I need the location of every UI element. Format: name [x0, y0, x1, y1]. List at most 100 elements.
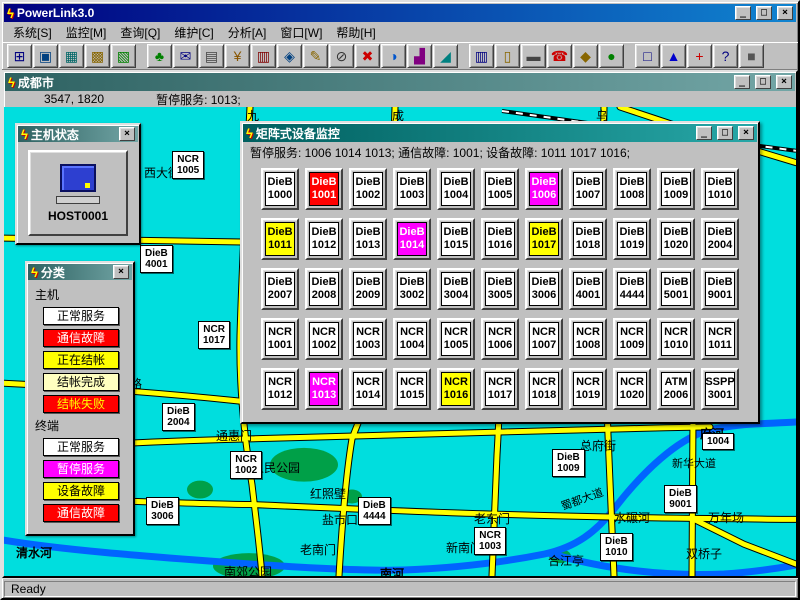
menu-item-4[interactable]: 维护[C]: [167, 22, 220, 43]
device-button-dieb-1020[interactable]: DieB1020: [657, 218, 695, 260]
city-restore-button[interactable]: □: [755, 75, 771, 89]
city-minimize-button[interactable]: _: [734, 75, 750, 89]
device-button-dieb-1010[interactable]: DieB1010: [701, 168, 739, 210]
device-button-dieb-1000[interactable]: DieB1000: [261, 168, 299, 210]
menu-item-1[interactable]: 系统[S]: [6, 22, 59, 43]
map-device-ncr-1017[interactable]: NCR1017: [198, 321, 230, 349]
map-device-ncr-1003[interactable]: NCR1003: [474, 527, 506, 555]
device-button-dieb-1003[interactable]: DieB1003: [393, 168, 431, 210]
matrix-minimize-button[interactable]: _: [696, 126, 712, 140]
device-button-ncr-1013[interactable]: NCR1013: [305, 368, 343, 410]
save-icon[interactable]: ▬: [521, 44, 546, 68]
device-button-dieb-1011[interactable]: DieB1011: [261, 218, 299, 260]
windows-icon[interactable]: ⊞: [7, 44, 32, 68]
device-button-ncr-1008[interactable]: NCR1008: [569, 318, 607, 360]
device-button-dieb-1006[interactable]: DieB1006: [525, 168, 563, 210]
map-device-ncr-1005[interactable]: NCR1005: [172, 151, 204, 179]
device-button-dieb-5001[interactable]: DieB5001: [657, 268, 695, 310]
exit-icon[interactable]: ■: [739, 44, 764, 68]
device-button-dieb-1014[interactable]: DieB1014: [393, 218, 431, 260]
device-button-dieb-1015[interactable]: DieB1015: [437, 218, 475, 260]
disable-icon[interactable]: ⊘: [329, 44, 354, 68]
device-button-dieb-2004[interactable]: DieB2004: [701, 218, 739, 260]
menu-item-6[interactable]: 窗口[W]: [273, 22, 329, 43]
delete-icon[interactable]: ✖: [355, 44, 380, 68]
device-button-ncr-1009[interactable]: NCR1009: [613, 318, 651, 360]
device-button-dieb-1017[interactable]: DieB1017: [525, 218, 563, 260]
device-button-dieb-3004[interactable]: DieB3004: [437, 268, 475, 310]
device-button-sspp-3001[interactable]: SSPP3001: [701, 368, 739, 410]
pie-chart-icon[interactable]: ◑: [381, 44, 406, 68]
device-button-dieb-1002[interactable]: DieB1002: [349, 168, 387, 210]
city-close-button[interactable]: ×: [776, 75, 792, 89]
cascade-icon[interactable]: ▣: [33, 44, 58, 68]
host-close-button[interactable]: ×: [119, 127, 135, 141]
device-button-ncr-1006[interactable]: NCR1006: [481, 318, 519, 360]
status-icon[interactable]: ●: [599, 44, 624, 68]
close-button[interactable]: ×: [777, 6, 793, 20]
printer-icon[interactable]: ▤: [199, 44, 224, 68]
monitor-icon[interactable]: ▦: [59, 44, 84, 68]
diamond-icon[interactable]: ◆: [573, 44, 598, 68]
device-button-dieb-1012[interactable]: DieB1012: [305, 218, 343, 260]
device-button-atm-2006[interactable]: ATM2006: [657, 368, 695, 410]
matrix-maximize-button[interactable]: □: [717, 126, 733, 140]
device-button-ncr-1001[interactable]: NCR1001: [261, 318, 299, 360]
device-button-dieb-2009[interactable]: DieB2009: [349, 268, 387, 310]
device-button-ncr-1010[interactable]: NCR1010: [657, 318, 695, 360]
device-button-ncr-1007[interactable]: NCR1007: [525, 318, 563, 360]
plus-icon[interactable]: +: [687, 44, 712, 68]
mail-icon[interactable]: ✉: [173, 44, 198, 68]
clover-icon[interactable]: ♣: [147, 44, 172, 68]
menu-item-2[interactable]: 监控[M]: [59, 22, 114, 43]
device-button-dieb-1018[interactable]: DieB1018: [569, 218, 607, 260]
device-button-dieb-1016[interactable]: DieB1016: [481, 218, 519, 260]
phone-icon[interactable]: ☎: [547, 44, 572, 68]
chart-up-icon[interactable]: ▲: [661, 44, 686, 68]
cash-icon[interactable]: ¥: [225, 44, 250, 68]
device-button-dieb-1004[interactable]: DieB1004: [437, 168, 475, 210]
matrix-view-icon[interactable]: ▩: [85, 44, 110, 68]
device-button-ncr-1012[interactable]: NCR1012: [261, 368, 299, 410]
device-button-dieb-1001[interactable]: DieB1001: [305, 168, 343, 210]
device-button-dieb-4001[interactable]: DieB4001: [569, 268, 607, 310]
map-device-dieb-4001[interactable]: DieB4001: [140, 245, 173, 273]
trend-chart-icon[interactable]: ◢: [433, 44, 458, 68]
device-button-ncr-1015[interactable]: NCR1015: [393, 368, 431, 410]
device-button-ncr-1018[interactable]: NCR1018: [525, 368, 563, 410]
device-button-dieb-3002[interactable]: DieB3002: [393, 268, 431, 310]
device-button-dieb-1019[interactable]: DieB1019: [613, 218, 651, 260]
device-button-dieb-2008[interactable]: DieB2008: [305, 268, 343, 310]
device-button-ncr-1002[interactable]: NCR1002: [305, 318, 343, 360]
device-button-ncr-1003[interactable]: NCR1003: [349, 318, 387, 360]
map-device-dieb-3006[interactable]: DieB3006: [146, 497, 179, 525]
legend-close-button[interactable]: ×: [113, 265, 129, 279]
device-button-ncr-1014[interactable]: NCR1014: [349, 368, 387, 410]
minimize-button[interactable]: _: [735, 6, 751, 20]
network-icon[interactable]: ◈: [277, 44, 302, 68]
map-device-dieb-1010[interactable]: DieB1010: [600, 533, 633, 561]
device-button-dieb-1007[interactable]: DieB1007: [569, 168, 607, 210]
map-device-ncr-1002[interactable]: NCR1002: [230, 451, 262, 479]
clipboard-icon[interactable]: ▯: [495, 44, 520, 68]
matrix-close-button[interactable]: ×: [738, 126, 754, 140]
map-device-1004[interactable]: 1004: [702, 433, 734, 450]
bank-icon[interactable]: ▥: [251, 44, 276, 68]
edit-icon[interactable]: ✎: [303, 44, 328, 68]
host-button[interactable]: HOST0001: [28, 150, 128, 236]
device-button-ncr-1019[interactable]: NCR1019: [569, 368, 607, 410]
help-icon[interactable]: ?: [713, 44, 738, 68]
device-button-dieb-3005[interactable]: DieB3005: [481, 268, 519, 310]
device-button-dieb-1005[interactable]: DieB1005: [481, 168, 519, 210]
map-device-dieb-9001[interactable]: DieB9001: [664, 485, 697, 513]
device-button-ncr-1017[interactable]: NCR1017: [481, 368, 519, 410]
menu-item-7[interactable]: 帮助[H]: [329, 22, 382, 43]
map-device-dieb-4444[interactable]: DieB4444: [358, 497, 391, 525]
device-button-ncr-1005[interactable]: NCR1005: [437, 318, 475, 360]
device-button-ncr-1004[interactable]: NCR1004: [393, 318, 431, 360]
device-button-dieb-1013[interactable]: DieB1013: [349, 218, 387, 260]
device-button-dieb-1009[interactable]: DieB1009: [657, 168, 695, 210]
device-button-dieb-4444[interactable]: DieB4444: [613, 268, 651, 310]
device-button-ncr-1011[interactable]: NCR1011: [701, 318, 739, 360]
menu-item-5[interactable]: 分析[A]: [221, 22, 274, 43]
